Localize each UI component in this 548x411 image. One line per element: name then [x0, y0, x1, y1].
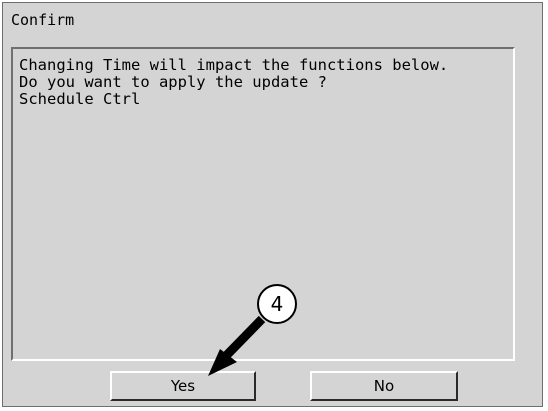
- yes-button[interactable]: Yes: [110, 371, 256, 401]
- message-line-3: Schedule Ctrl: [19, 90, 141, 108]
- message-panel: Changing Time will impact the functions …: [11, 47, 515, 361]
- no-button[interactable]: No: [310, 371, 458, 401]
- confirm-dialog: Confirm Changing Time will impact the fu…: [2, 2, 543, 407]
- message-line-1: Changing Time will impact the functions …: [19, 56, 449, 74]
- dialog-title: Confirm: [11, 11, 75, 29]
- message-line-2: Do you want to apply the update ?: [19, 73, 327, 91]
